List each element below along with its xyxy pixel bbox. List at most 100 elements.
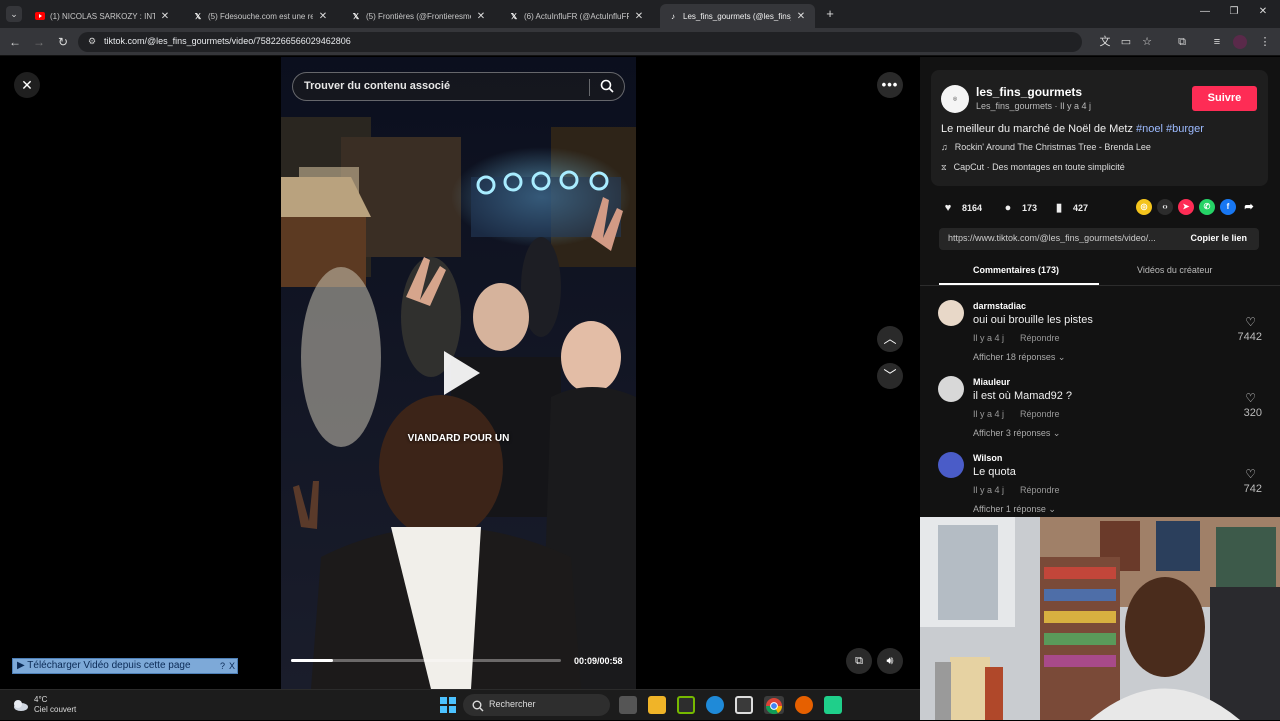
tab-close-icon[interactable]: ✕ <box>159 11 171 22</box>
hashtag-link[interactable]: #noel <box>1136 123 1163 135</box>
app-icon[interactable] <box>824 696 842 714</box>
comment-like-icon[interactable]: ♡ <box>1245 391 1256 405</box>
back-icon[interactable]: ← <box>7 34 23 50</box>
commenter-name[interactable]: darmstadiac <box>973 301 1026 311</box>
reply-button[interactable]: Répondre <box>1020 333 1060 343</box>
commenter-avatar[interactable] <box>938 376 964 402</box>
video-player[interactable]: VIANDARD POUR UN <box>281 57 636 689</box>
edge-icon[interactable] <box>706 696 724 714</box>
music-link[interactable]: ♫ Rockin' Around The Christmas Tree - Bre… <box>941 142 1151 152</box>
new-tab-button[interactable]: + <box>822 6 838 22</box>
help-icon[interactable]: ? <box>220 659 225 673</box>
author-handle[interactable]: les_fins_gourmets <box>976 85 1082 99</box>
browser-tab-active[interactable]: ♪ Les_fins_gourmets (@les_fins_g ✕ <box>660 4 815 28</box>
send-icon[interactable]: ➤ <box>1178 199 1194 215</box>
next-video-icon[interactable]: ﹀ <box>877 363 903 389</box>
extensions-icon[interactable]: ⧉ <box>1175 35 1189 49</box>
reply-button[interactable]: Répondre <box>1020 485 1060 495</box>
tab-close-icon[interactable]: ✕ <box>795 11 807 22</box>
window-close-icon[interactable]: ✕ <box>1248 6 1278 22</box>
share-link-text[interactable]: https://www.tiktok.com/@les_fins_gourmet… <box>948 233 1178 243</box>
minimize-icon[interactable]: — <box>1190 6 1220 22</box>
close-video-button[interactable]: ✕ <box>14 72 40 98</box>
search-placeholder: Trouver du contenu associé <box>304 80 451 92</box>
url-text[interactable]: tiktok.com/@les_fins_gourmets/video/7582… <box>104 36 351 46</box>
capcut-label[interactable]: CapCut · Des montages en toute simplicit… <box>954 162 1125 172</box>
tab-search-button[interactable]: ⌄ <box>6 6 22 22</box>
download-banner-label[interactable]: ▶ Télécharger Vidéo depuis cette page <box>17 660 191 671</box>
tab-creator-videos[interactable]: Vidéos du créateur <box>1137 265 1212 275</box>
translate-icon[interactable]: 文 <box>1098 35 1112 49</box>
download-video-banner[interactable]: ▶ Télécharger Vidéo depuis cette page ? … <box>12 658 238 674</box>
tab-close-icon[interactable]: ✕ <box>317 11 329 22</box>
capcut-link[interactable]: ⧖ CapCut · Des montages en toute simplici… <box>941 162 1125 173</box>
follow-button[interactable]: Suivre <box>1192 86 1257 111</box>
tab-close-icon[interactable]: ✕ <box>475 11 487 22</box>
browser-tab[interactable]: 𝕏 (5) Fdesouche.com est une rev ✕ <box>185 4 337 28</box>
start-windows-icon[interactable] <box>440 697 456 713</box>
commenter-name[interactable]: Miauleur <box>973 377 1010 387</box>
browser-tab[interactable]: (1) NICOLAS SARKOZY : INTERV ✕ <box>27 4 179 28</box>
heart-icon[interactable]: ♥ <box>940 200 956 216</box>
media-control-icon[interactable]: ≡ <box>1210 35 1224 49</box>
menu-kebab-icon[interactable]: ⋮ <box>1258 35 1272 49</box>
bookmark-star-icon[interactable]: ☆ <box>1140 35 1154 49</box>
tab-title: (5) Fdesouche.com est une rev <box>208 11 313 21</box>
commenter-name[interactable]: Wilson <box>973 453 1002 463</box>
firefox-icon[interactable] <box>795 696 813 714</box>
reload-icon[interactable]: ↻ <box>55 34 71 50</box>
share-link-box[interactable]: https://www.tiktok.com/@les_fins_gourmet… <box>939 228 1259 250</box>
close-banner-icon[interactable]: X <box>229 659 235 673</box>
tab-comments[interactable]: Commentaires (173) <box>973 265 1059 275</box>
commenter-avatar[interactable] <box>938 300 964 326</box>
whatsapp-icon[interactable]: ✆ <box>1199 199 1215 215</box>
x-icon: 𝕏 <box>352 11 360 21</box>
save-stat[interactable]: ▮ 427 <box>1051 200 1088 216</box>
file-explorer-icon[interactable] <box>648 696 666 714</box>
hashtag-link[interactable]: #burger <box>1166 123 1204 135</box>
profile-avatar[interactable] <box>1233 35 1247 49</box>
search-icon[interactable] <box>600 79 614 93</box>
comment-bubble-icon[interactable]: ● <box>1000 200 1016 216</box>
taskbar-search-box[interactable]: Rechercher <box>463 694 610 716</box>
comment-text: oui oui brouille les pistes <box>973 314 1093 326</box>
coin-icon[interactable]: ◎ <box>1136 199 1152 215</box>
comment-like-icon[interactable]: ♡ <box>1245 467 1256 481</box>
site-info-icon[interactable]: ⚙ <box>86 36 98 48</box>
show-replies-button[interactable]: Afficher 3 réponses ⌄ <box>973 428 1060 439</box>
browser-tab[interactable]: 𝕏 (6) ActuInfluFR (@ActuInfluFR) / ✕ <box>501 4 653 28</box>
address-bar[interactable]: ⚙ tiktok.com/@les_fins_gourmets/video/75… <box>78 32 1082 52</box>
store-icon[interactable] <box>735 696 753 714</box>
weather-temperature[interactable]: 4°C <box>34 695 47 704</box>
copy-link-button[interactable]: Copier le lien <box>1190 233 1247 243</box>
reply-button[interactable]: Répondre <box>1020 409 1060 419</box>
bookmark-icon[interactable]: ▮ <box>1051 200 1067 216</box>
music-title[interactable]: Rockin' Around The Christmas Tree - Bren… <box>955 142 1151 152</box>
volume-icon[interactable]: 🔊︎ <box>877 648 903 674</box>
weather-description[interactable]: Ciel couvert <box>34 705 76 714</box>
nvidia-icon[interactable] <box>677 696 695 714</box>
related-search-input[interactable]: Trouver du contenu associé <box>292 72 625 101</box>
embed-code-icon[interactable]: ‹› <box>1157 199 1173 215</box>
chrome-icon-active[interactable] <box>764 696 784 715</box>
comment-like-icon[interactable]: ♡ <box>1245 315 1256 329</box>
forward-icon[interactable]: → <box>31 34 47 50</box>
video-progress-bar[interactable] <box>291 659 561 662</box>
commenter-avatar[interactable] <box>938 452 964 478</box>
tab-close-icon[interactable]: ✕ <box>633 11 645 22</box>
facebook-icon[interactable]: f <box>1220 199 1236 215</box>
more-options-icon[interactable]: ••• <box>877 72 903 98</box>
author-avatar[interactable]: ◎ <box>941 85 969 113</box>
browser-tab[interactable]: 𝕏 (5) Frontières (@Frontieresmed ✕ <box>343 4 495 28</box>
task-view-icon[interactable] <box>619 696 637 714</box>
maximize-icon[interactable]: ❐ <box>1219 6 1249 22</box>
comment-stat[interactable]: ● 173 <box>1000 200 1037 216</box>
previous-video-icon[interactable]: ︿ <box>877 326 903 352</box>
share-arrow-icon[interactable]: ➦ <box>1241 199 1257 215</box>
weather-icon[interactable] <box>11 696 29 714</box>
like-stat[interactable]: ♥ 8164 <box>940 200 982 216</box>
show-replies-button[interactable]: Afficher 1 réponse ⌄ <box>973 504 1056 515</box>
cast-icon[interactable]: ▭ <box>1119 35 1133 49</box>
show-replies-button[interactable]: Afficher 18 réponses ⌄ <box>973 352 1065 363</box>
floating-player-icon[interactable]: ⧉ <box>846 648 872 674</box>
